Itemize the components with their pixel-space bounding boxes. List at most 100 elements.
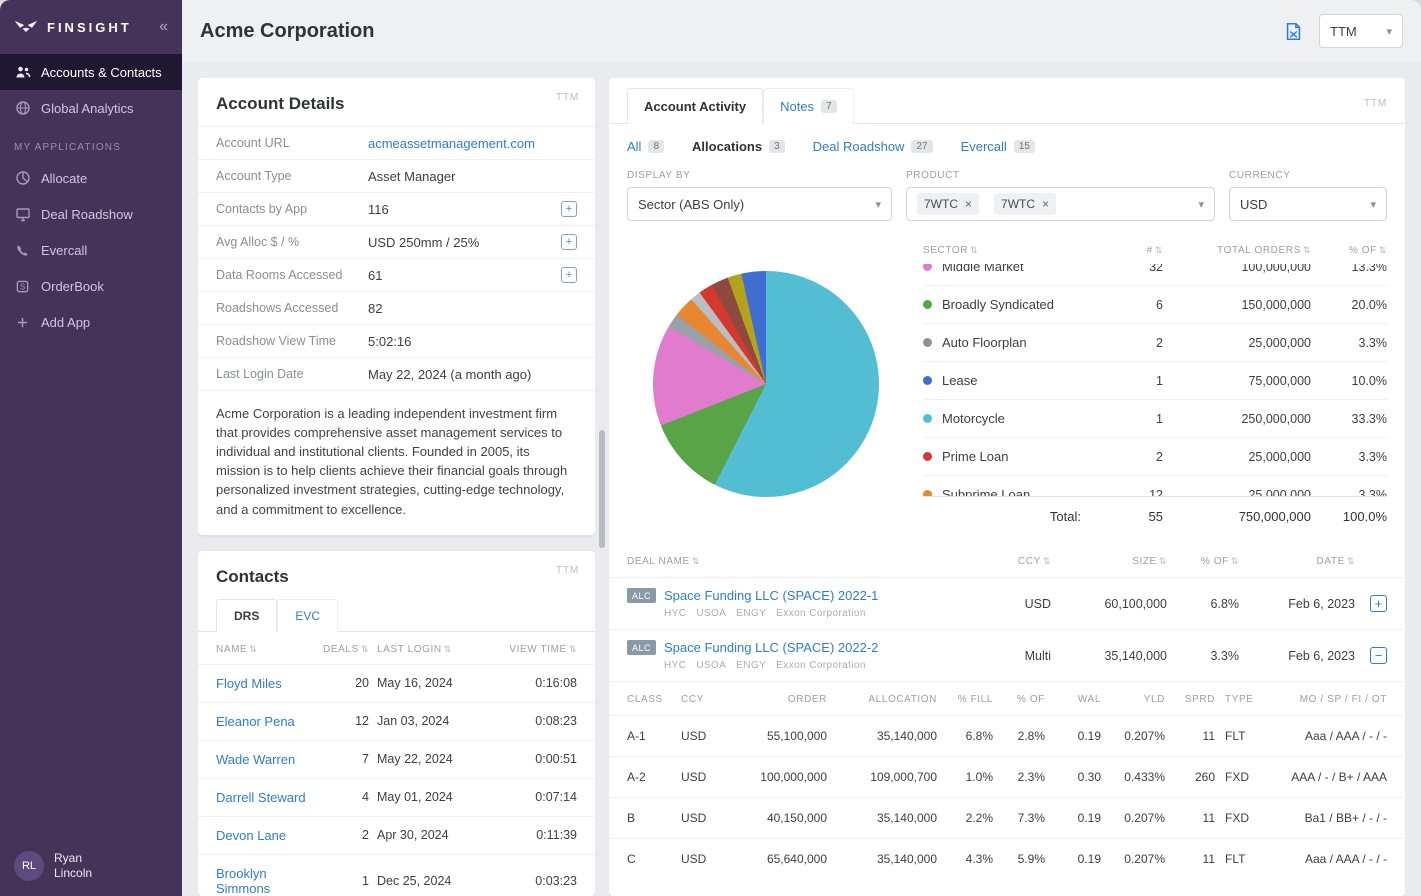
tranche-yld: 0.207% <box>1101 729 1165 743</box>
tranche-ccy: USD <box>681 811 729 825</box>
account-url-link[interactable]: acmeassetmanagement.com <box>368 136 535 151</box>
tab-notes[interactable]: Notes 7 <box>763 88 854 124</box>
col-header-yld[interactable]: YLD <box>1101 694 1165 705</box>
display-by-select[interactable]: Sector (ABS Only) ▾ <box>627 187 892 221</box>
col-label: Name <box>216 644 247 655</box>
brand-name: FINSIGHT <box>47 20 132 35</box>
remove-chip-icon[interactable]: × <box>1042 198 1049 210</box>
col-header-last-login[interactable]: Last Login⇅ <box>375 644 495 655</box>
contact-name-link[interactable]: Wade Warren <box>216 752 313 767</box>
contact-last-login: Apr 30, 2024 <box>375 828 495 842</box>
expand-deal-button[interactable]: + <box>1370 595 1387 612</box>
deal-tag: HYC <box>664 660 686 671</box>
col-header-sprd[interactable]: SPRD <box>1165 694 1215 705</box>
contact-name-link[interactable]: Devon Lane <box>216 828 313 843</box>
tranche-sprd: 11 <box>1165 852 1215 866</box>
sidebar-item-evercall[interactable]: Evercall <box>0 232 182 268</box>
col-header-pct-of[interactable]: % of <box>993 694 1045 705</box>
export-xls-button[interactable] <box>1284 22 1303 41</box>
add-metric-button[interactable]: + <box>561 267 577 283</box>
tab-evc[interactable]: EVC <box>277 599 338 632</box>
sector-total-orders: 150,000,000 <box>1163 298 1311 312</box>
user-menu[interactable]: RL Ryan Lincoln <box>0 837 182 896</box>
plus-icon: + <box>566 270 572 281</box>
contact-name-link[interactable]: Eleanor Pena <box>216 714 313 729</box>
deal-row: ALC Space Funding LLC (SPACE) 2022-1 HYC… <box>609 577 1405 629</box>
period-select[interactable]: TTM ▾ <box>1319 14 1403 48</box>
add-metric-button[interactable]: + <box>561 234 577 250</box>
remove-chip-icon[interactable]: × <box>965 198 972 210</box>
filter-evercall[interactable]: Evercall 15 <box>961 139 1035 154</box>
sector-dot <box>923 414 932 423</box>
detail-value: USD 250mm / 25% <box>368 235 479 250</box>
deal-name-cell: ALC Space Funding LLC (SPACE) 2022-2 HYC… <box>627 640 989 671</box>
scrollbar-thumb[interactable] <box>599 430 605 548</box>
col-header-count[interactable]: #⇅ <box>1107 245 1163 256</box>
nav-label: Add App <box>41 315 90 330</box>
tranche-type: FLT <box>1215 852 1271 866</box>
sidebar-item-allocate[interactable]: Allocate <box>0 160 182 196</box>
col-header-fill[interactable]: % Fill <box>937 694 993 705</box>
filter-allocations[interactable]: Allocations 3 <box>692 139 785 154</box>
contact-deals: 2 <box>319 828 369 842</box>
sector-dot <box>923 490 932 496</box>
sector-table-viewport[interactable]: Middle Market 32 100,000,000 13.3% Broad… <box>923 264 1387 496</box>
collapse-deal-button[interactable]: − <box>1370 647 1387 664</box>
col-header-wal[interactable]: WAL <box>1045 694 1101 705</box>
col-label: % of <box>1201 556 1229 567</box>
col-header-view-time[interactable]: View Time⇅ <box>501 644 577 655</box>
tab-account-activity[interactable]: Account Activity <box>627 88 763 124</box>
col-label: Deal Name <box>627 556 690 567</box>
sidebar-item-add-app[interactable]: Add App <box>0 304 182 340</box>
sector-pct: 3.3% <box>1311 336 1387 350</box>
sidebar-item-global-analytics[interactable]: Global Analytics <box>0 90 182 126</box>
currency-select[interactable]: USD ▾ <box>1229 187 1387 221</box>
col-header-type[interactable]: Type <box>1215 694 1271 705</box>
col-header-deals[interactable]: Deals⇅ <box>319 644 369 655</box>
sidebar-item-accounts-contacts[interactable]: Accounts & Contacts <box>0 54 182 90</box>
contacts-table-header: Name⇅ Deals⇅ Last Login⇅ View Time⇅ <box>198 632 595 664</box>
col-header-allocation[interactable]: Allocation <box>827 694 937 705</box>
detail-value: 82 <box>368 301 382 316</box>
contact-name-link[interactable]: Brooklyn Simmons <box>216 866 313 896</box>
card-period-label: TTM <box>1364 98 1387 123</box>
col-header-sector[interactable]: Sector⇅ <box>923 245 1107 256</box>
col-header-pct-of[interactable]: % of⇅ <box>1167 556 1239 567</box>
col-header-pct-of[interactable]: % of⇅ <box>1311 245 1387 256</box>
tranche-class: C <box>627 852 681 866</box>
tranche-fill: 6.8% <box>937 729 993 743</box>
sector-name: Lease <box>942 373 977 388</box>
col-header-size[interactable]: Size⇅ <box>1051 556 1167 567</box>
sort-icon: ⇅ <box>1347 556 1355 566</box>
sidebar-item-orderbook[interactable]: S OrderBook <box>0 268 182 304</box>
deal-type-badge: ALC <box>627 588 656 603</box>
col-header-ratings[interactable]: MO / SP / FI / OT <box>1271 694 1387 705</box>
tab-drs[interactable]: DRS <box>216 599 277 632</box>
col-label: Size <box>1132 556 1157 567</box>
col-header-order[interactable]: Order <box>729 694 827 705</box>
filter-deal-roadshow[interactable]: Deal Roadshow 27 <box>813 139 933 154</box>
currency-value: USD <box>1240 197 1267 212</box>
tranche-yld: 0.207% <box>1101 852 1165 866</box>
deal-name-link[interactable]: Space Funding LLC (SPACE) 2022-1 <box>664 588 878 603</box>
sidebar-item-deal-roadshow[interactable]: Deal Roadshow <box>0 196 182 232</box>
add-metric-button[interactable]: + <box>561 201 577 217</box>
contact-name-link[interactable]: Floyd Miles <box>216 676 313 691</box>
tranche-order: 100,000,000 <box>729 770 827 784</box>
col-header-ccy[interactable]: CCY <box>681 694 729 705</box>
product-select[interactable]: 7WTC × 7WTC × ▾ <box>906 187 1215 221</box>
col-header-date[interactable]: Date⇅ <box>1239 556 1355 567</box>
col-header-ccy[interactable]: CCY⇅ <box>989 556 1051 567</box>
col-header-class[interactable]: Class <box>627 694 681 705</box>
collapse-sidebar-button[interactable]: « <box>159 18 168 36</box>
col-header-name[interactable]: Name⇅ <box>216 644 313 655</box>
col-header-deal-name[interactable]: Deal Name⇅ <box>627 556 989 567</box>
contact-last-login: Jan 03, 2024 <box>375 714 495 728</box>
currency-control: Currency USD ▾ <box>1229 170 1387 221</box>
filter-all[interactable]: All 8 <box>627 139 664 154</box>
contact-view-time: 0:07:14 <box>501 790 577 804</box>
deal-name-link[interactable]: Space Funding LLC (SPACE) 2022-2 <box>664 640 878 655</box>
deal-tag: ENGY <box>736 608 766 619</box>
contact-name-link[interactable]: Darrell Steward <box>216 790 313 805</box>
col-header-total-orders[interactable]: Total Orders⇅ <box>1163 245 1311 256</box>
